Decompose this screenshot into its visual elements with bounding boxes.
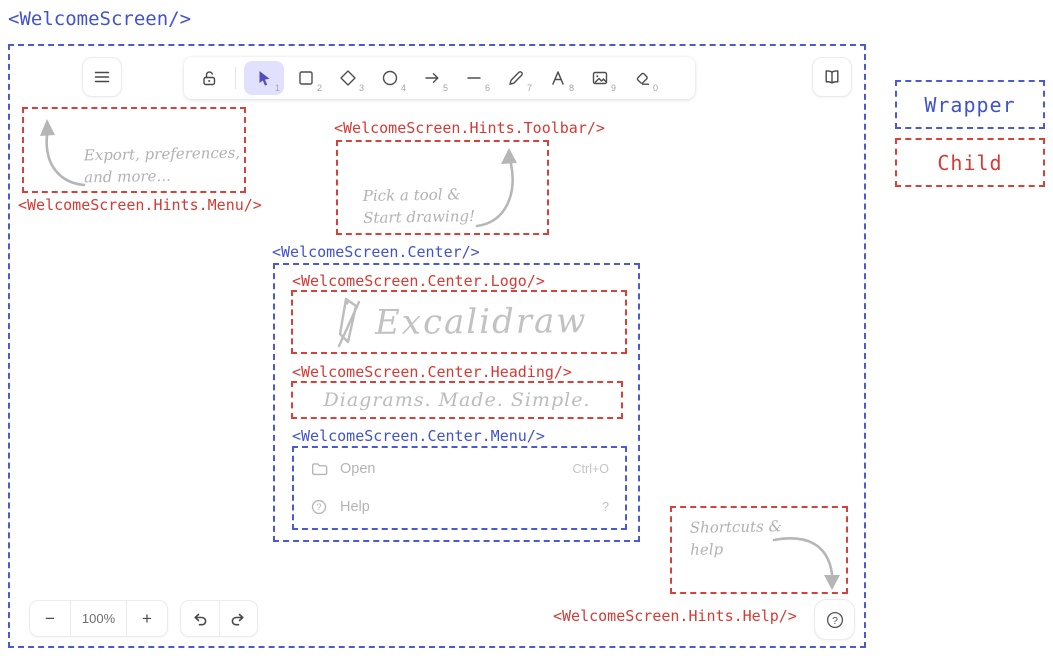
center-logo-outline: Excalidraw xyxy=(291,290,627,354)
image-icon xyxy=(590,68,610,88)
hamburger-icon xyxy=(93,68,111,86)
undo-icon xyxy=(191,610,209,628)
eraser-icon xyxy=(632,68,652,88)
image-tool-button[interactable]: 9 xyxy=(580,61,620,95)
tool-shortcut-number: 5 xyxy=(443,83,448,93)
hints-menu-label: <WelcomeScreen.Hints.Menu/> xyxy=(18,196,262,214)
arrow-tool-button[interactable]: 5 xyxy=(412,61,452,95)
pencil-icon xyxy=(506,68,526,88)
tool-shortcut-number: 0 xyxy=(653,83,658,93)
ellipse-tool-button[interactable]: 4 xyxy=(370,61,410,95)
folder-icon xyxy=(310,460,328,478)
curved-arrow-down-icon xyxy=(772,530,840,594)
book-icon xyxy=(822,67,842,87)
arrow-icon xyxy=(422,68,442,88)
selection-cursor-icon xyxy=(254,68,274,88)
main-menu-button[interactable] xyxy=(82,57,122,97)
tool-shortcut-number: 3 xyxy=(359,83,364,93)
hints-toolbar-label: <WelcomeScreen.Hints.Toolbar/> xyxy=(334,119,605,137)
excalidraw-pencil-logo-icon xyxy=(331,294,365,350)
toolbar-island: 1 2 3 4 5 xyxy=(184,57,695,99)
zoom-out-button[interactable]: − xyxy=(30,601,70,636)
toolbar-divider xyxy=(235,67,236,89)
library-button[interactable] xyxy=(812,57,852,97)
line-icon xyxy=(464,68,484,88)
redo-button[interactable] xyxy=(219,601,258,636)
svg-text:?: ? xyxy=(832,614,838,626)
legend-wrapper-box: Wrapper xyxy=(895,80,1045,129)
hints-toolbar-text: Pick a tool & Start drawing! xyxy=(363,183,476,229)
welcome-screen-annotated: <WelcomeScreen/> 1 xyxy=(0,0,1053,661)
menu-item-label: Open xyxy=(340,461,561,477)
line-tool-button[interactable]: 6 xyxy=(454,61,494,95)
help-button[interactable]: ? xyxy=(814,599,855,640)
minus-icon: − xyxy=(45,609,55,629)
undo-button[interactable] xyxy=(181,601,219,636)
tool-shortcut-number: 6 xyxy=(485,83,490,93)
menu-item-shortcut: Ctrl+O xyxy=(573,462,609,476)
question-icon: ? xyxy=(825,610,845,630)
menu-item-label: Help xyxy=(340,499,590,515)
center-logo-label: <WelcomeScreen.Center.Logo/> xyxy=(292,272,545,290)
center-heading-text: Diagrams. Made. Simple. xyxy=(324,389,591,411)
text-tool-button[interactable]: 8 xyxy=(538,61,578,95)
tool-shortcut-number: 1 xyxy=(275,83,280,93)
ellipse-icon xyxy=(380,68,400,88)
tool-shortcut-number: 8 xyxy=(569,83,574,93)
draw-tool-button[interactable]: 7 xyxy=(496,61,536,95)
redo-icon xyxy=(229,610,247,628)
zoom-in-button[interactable]: + xyxy=(127,601,167,636)
hints-help-outline: Shortcuts & help xyxy=(670,506,848,594)
legend-child-label: Child xyxy=(937,151,1002,175)
legend-child-box: Child xyxy=(895,138,1045,187)
plus-icon: + xyxy=(142,609,152,629)
zoom-level[interactable]: 100% xyxy=(70,601,127,636)
center-menu-label: <WelcomeScreen.Center.Menu/> xyxy=(292,427,545,445)
diamond-icon xyxy=(338,68,358,88)
tool-shortcut-number: 7 xyxy=(527,83,532,93)
rectangle-tool-button[interactable]: 2 xyxy=(286,61,326,95)
excalidraw-logo-text: Excalidraw xyxy=(375,301,588,343)
tool-shortcut-number: 2 xyxy=(317,83,322,93)
diamond-tool-button[interactable]: 3 xyxy=(328,61,368,95)
hints-help-text: Shortcuts & help xyxy=(690,515,783,561)
lock-icon xyxy=(199,68,219,88)
open-menu-item[interactable]: Open Ctrl+O xyxy=(300,456,619,482)
curved-arrow-up-icon xyxy=(469,144,529,232)
hints-toolbar-outline: Pick a tool & Start drawing! xyxy=(336,140,549,235)
center-heading-outline: Diagrams. Made. Simple. xyxy=(291,381,623,419)
hints-menu-outline: Export, preferences, and more... xyxy=(22,107,246,193)
page-title: <WelcomeScreen/> xyxy=(8,8,191,30)
lock-tool-button[interactable] xyxy=(191,61,227,95)
selection-tool-button[interactable]: 1 xyxy=(244,61,284,95)
help-menu-item[interactable]: ? Help ? xyxy=(300,494,619,520)
help-circle-icon: ? xyxy=(310,498,328,516)
history-controls xyxy=(180,600,258,637)
eraser-tool-button[interactable]: 0 xyxy=(622,61,662,95)
menu-item-shortcut: ? xyxy=(602,500,609,514)
hints-menu-text: Export, preferences, and more... xyxy=(84,142,241,189)
center-heading-label: <WelcomeScreen.Center.Heading/> xyxy=(292,363,572,381)
hints-help-label: <WelcomeScreen.Hints.Help/> xyxy=(553,607,797,625)
zoom-controls: − 100% + xyxy=(29,600,168,637)
tool-shortcut-number: 9 xyxy=(611,83,616,93)
center-label: <WelcomeScreen.Center/> xyxy=(272,243,480,261)
center-menu-outline: Open Ctrl+O ? Help ? xyxy=(292,446,627,530)
legend-wrapper-label: Wrapper xyxy=(924,93,1015,117)
tool-shortcut-number: 4 xyxy=(401,83,406,93)
rectangle-icon xyxy=(296,68,316,88)
text-icon xyxy=(548,68,568,88)
svg-text:?: ? xyxy=(316,502,321,512)
